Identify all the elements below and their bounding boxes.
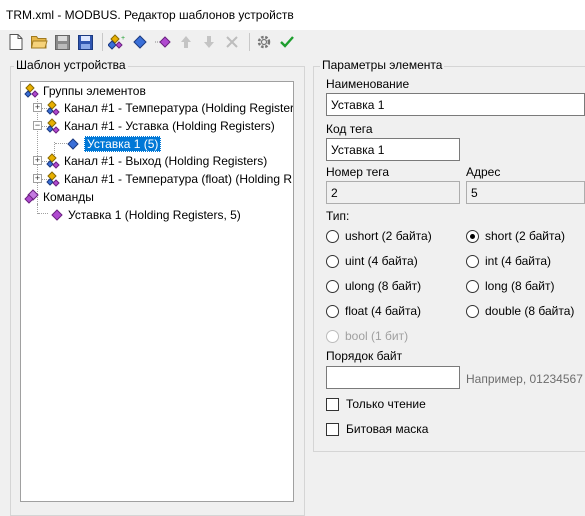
type-radio-double[interactable]: double (8 байта) — [466, 304, 574, 318]
add-element-icon[interactable] — [130, 32, 150, 52]
name-label: Наименование — [326, 77, 410, 91]
collapse-toggle[interactable]: − — [33, 121, 42, 130]
type-radio-int[interactable]: int (4 байта) — [466, 254, 551, 268]
address-label: Адрес — [466, 165, 501, 179]
tree-node-group-temperature[interactable]: Канал #1 - Температура (Holding Register — [45, 99, 294, 116]
save-as-icon[interactable] — [75, 32, 95, 52]
new-file-icon[interactable] — [6, 32, 26, 52]
name-field[interactable]: Уставка 1 — [326, 93, 585, 116]
tree-node-label: Команды — [43, 189, 94, 204]
tree-node-command-setpoint[interactable]: Уставка 1 (Holding Registers, 5) — [49, 206, 241, 223]
type-radio-ulong[interactable]: ulong (8 байт) — [326, 279, 421, 293]
toolbar: + — [0, 30, 585, 54]
template-tree[interactable]: Группы элементов + Канал #1 - Температур… — [20, 81, 294, 502]
radio-circle — [466, 254, 479, 268]
byte-order-label: Порядок байт — [326, 349, 403, 363]
tree-node-label: Уставка 1 (Holding Registers, 5) — [68, 207, 241, 222]
byte-order-field[interactable] — [326, 366, 460, 389]
command-icon — [49, 207, 65, 223]
delete-icon[interactable] — [222, 32, 242, 52]
tree-node-label: Канал #1 - Уставка (Holding Registers) — [64, 118, 275, 133]
checkbox-box — [326, 422, 339, 436]
expand-toggle[interactable]: + — [33, 103, 42, 112]
move-up-icon[interactable] — [176, 32, 196, 52]
type-radio-long[interactable]: long (8 байт) — [466, 279, 555, 293]
radio-circle — [326, 254, 339, 268]
address-field[interactable]: 5 — [466, 181, 585, 204]
tag-code-field[interactable]: Уставка 1 — [326, 138, 460, 161]
type-radio-bool: bool (1 бит) — [326, 329, 408, 343]
tag-number-label: Номер тега — [326, 165, 390, 179]
radio-circle — [326, 279, 339, 293]
element-icon — [65, 136, 81, 152]
save-icon[interactable] — [52, 32, 72, 52]
checkbox-box — [326, 397, 339, 411]
toolbar-separator — [102, 33, 103, 51]
group-icon — [45, 117, 61, 134]
tree-node-group-temperature-float[interactable]: Канал #1 - Температура (float) (Holding … — [45, 170, 292, 187]
tag-code-label: Код тега — [326, 122, 373, 136]
readonly-checkbox[interactable]: Только чтение — [326, 397, 426, 411]
tree-node-element-setpoint[interactable]: Уставка 1 (5) — [65, 135, 162, 152]
open-folder-icon[interactable] — [29, 32, 49, 52]
radio-circle — [326, 329, 339, 343]
expand-toggle[interactable]: + — [33, 156, 42, 165]
tree-node-label-selected: Уставка 1 (5) — [84, 135, 162, 152]
settings-icon[interactable] — [254, 32, 274, 52]
tag-number-field[interactable]: 2 — [326, 181, 460, 204]
window-title: TRM.xml - MODBUS. Редактор шаблонов устр… — [6, 8, 294, 22]
radio-circle — [466, 279, 479, 293]
tree-node-groups-root[interactable]: Группы элементов — [24, 82, 146, 99]
tree-node-commands-root[interactable]: Команды — [24, 188, 94, 205]
commands-folder-icon — [24, 188, 40, 205]
groups-folder-icon — [24, 82, 40, 99]
tree-node-label: Канал #1 - Температура (Holding Register — [64, 100, 294, 115]
type-radio-ushort[interactable]: ushort (2 байта) — [326, 229, 432, 243]
type-label: Тип: — [326, 209, 350, 223]
group-icon — [45, 152, 61, 169]
type-radio-float[interactable]: float (4 байта) — [326, 304, 421, 318]
tree-node-label: Группы элементов — [43, 83, 146, 98]
byte-order-hint: Например, 01234567 — [466, 372, 583, 386]
bitmask-checkbox[interactable]: Битовая маска — [326, 422, 428, 436]
tree-node-group-output[interactable]: Канал #1 - Выход (Holding Registers) — [45, 152, 267, 169]
svg-text:+: + — [121, 35, 125, 42]
template-panel-title: Шаблон устройства — [14, 58, 128, 72]
expand-toggle[interactable]: + — [33, 174, 42, 183]
toolbar-separator — [249, 33, 250, 51]
add-command-icon[interactable] — [153, 32, 173, 52]
add-group-icon[interactable]: + — [107, 32, 127, 52]
tree-node-label: Канал #1 - Выход (Holding Registers) — [64, 153, 268, 168]
move-down-icon[interactable] — [199, 32, 219, 52]
window-titlebar: TRM.xml - MODBUS. Редактор шаблонов устр… — [0, 0, 585, 30]
apply-check-icon[interactable] — [277, 32, 297, 52]
type-radio-short[interactable]: short (2 байта) — [466, 229, 565, 243]
group-icon — [45, 99, 61, 116]
radio-circle — [466, 304, 479, 318]
radio-circle — [326, 304, 339, 318]
group-icon — [45, 170, 61, 187]
type-radio-uint[interactable]: uint (4 байта) — [326, 254, 418, 268]
radio-circle-selected — [466, 229, 479, 243]
tree-node-label: Канал #1 - Температура (float) (Holding … — [64, 171, 293, 186]
params-panel-title: Параметры элемента — [320, 58, 445, 72]
radio-circle — [326, 229, 339, 243]
tree-node-group-setpoint[interactable]: Канал #1 - Уставка (Holding Registers) — [45, 117, 275, 134]
